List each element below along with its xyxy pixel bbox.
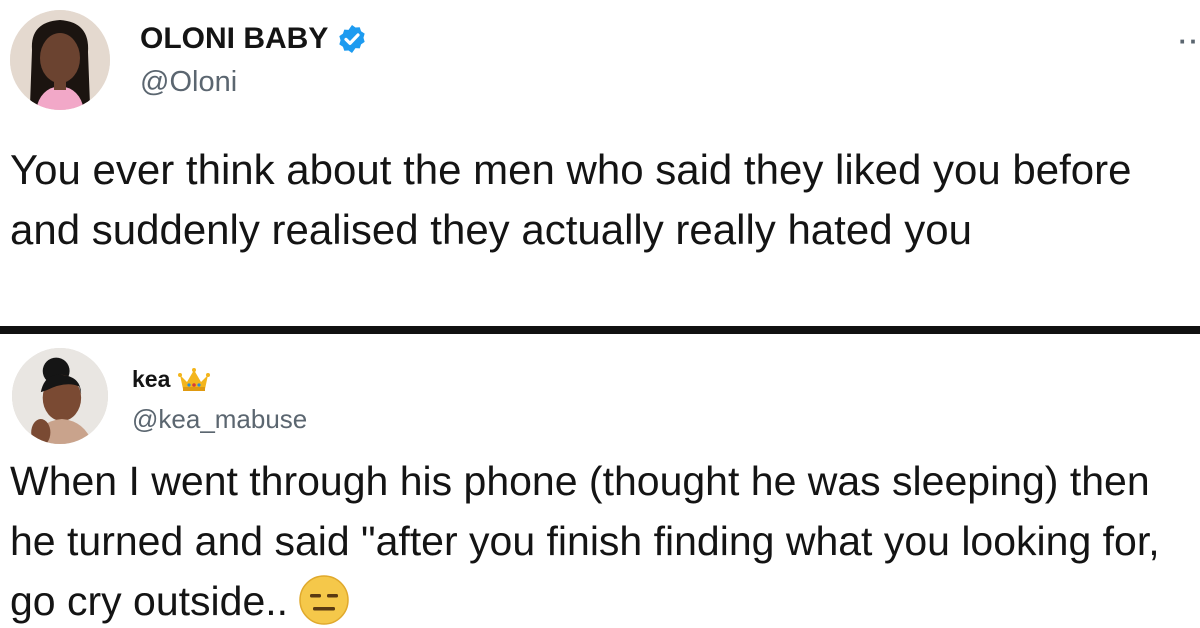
avatar[interactable] [12,348,108,444]
author-handle[interactable]: @Oloni [140,66,237,99]
divider [0,326,1200,334]
tweet-text-content: When I went through his phone (thought h… [10,458,1160,624]
avatar[interactable] [10,10,110,110]
tweet-text: You ever think about the men who said th… [10,146,1132,253]
tweet-card[interactable]: kea @kea_mabuse When I went through his … [0,334,1200,628]
screenshot: OLONI BABY @Oloni ·· You ever think abou… [0,0,1200,628]
display-name[interactable]: OLONI BABY [140,22,328,56]
avatar-image [10,10,110,110]
author-name-row: kea [132,366,211,393]
tweet-card[interactable]: OLONI BABY @Oloni ·· You ever think abou… [0,0,1200,326]
tweet-text: When I went through his phone (thought h… [10,451,1200,628]
more-options-icon[interactable]: ·· [1179,26,1200,57]
expressionless-face-icon [299,575,349,625]
author-handle[interactable]: @kea_mabuse [132,404,307,435]
crown-icon [178,367,211,391]
author-name-row: OLONI BABY [140,22,368,56]
display-name[interactable]: kea [132,366,170,393]
avatar-image [12,348,108,444]
verified-badge-icon [339,25,366,53]
